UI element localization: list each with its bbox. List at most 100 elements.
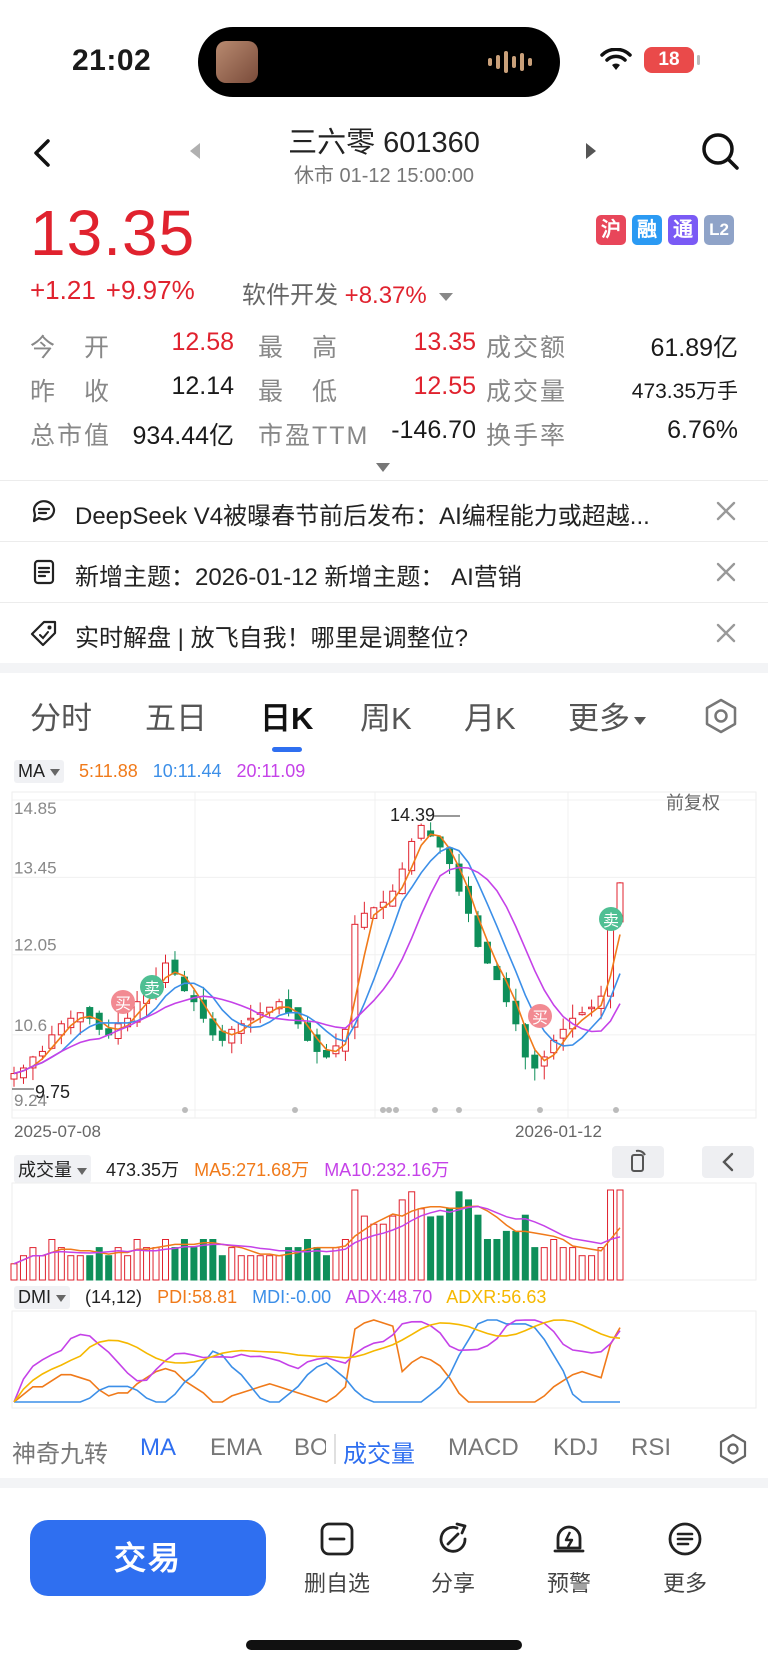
news-item[interactable]: 实时解盘 | 放飞自我！哪里是调整位?: [0, 602, 768, 663]
adxr-line: [13, 1319, 621, 1403]
volume-bar: [588, 1255, 596, 1281]
candle-body: [607, 923, 615, 997]
audio-wave-icon: [488, 49, 532, 75]
buy-marker[interactable]: 买: [528, 1004, 552, 1028]
buy-marker[interactable]: 买: [111, 990, 135, 1014]
stat-label: 市盈TTM: [258, 422, 370, 450]
close-icon[interactable]: [714, 560, 738, 584]
collapse-panel-button[interactable]: [702, 1146, 754, 1178]
tab-five-day[interactable]: 五日: [145, 693, 207, 738]
chart-settings-icon[interactable]: [702, 697, 740, 735]
volume-bar: [48, 1239, 56, 1281]
price-tick: 13.45: [14, 858, 57, 877]
indicator-tab[interactable]: RSI: [631, 1434, 671, 1462]
dmi-pdi: PDI:58.81: [157, 1287, 238, 1307]
price-tick: 14.85: [14, 799, 57, 818]
indicator-tab[interactable]: EMA: [210, 1434, 262, 1462]
rotate-screen-button[interactable]: [612, 1146, 664, 1178]
stat-label: 成交额: [486, 334, 568, 362]
status-bar: 21:02 18: [0, 0, 768, 115]
indicator-tab[interactable]: MACD: [448, 1434, 519, 1462]
low-label: 9.75: [35, 1082, 70, 1102]
volume-bar: [247, 1255, 255, 1281]
event-dot: [292, 1107, 298, 1113]
quote-stats: 今 开 12.58 最 高 13.35 成交额 61.89亿 昨 收 12.14…: [30, 328, 738, 460]
dmi-chart[interactable]: [0, 1310, 768, 1410]
volume-bar: [360, 1215, 368, 1281]
volume-bar: [417, 1208, 425, 1281]
candle-body: [531, 1054, 539, 1069]
volume-bar: [427, 1216, 435, 1281]
change-amount: +1.21: [30, 275, 96, 305]
stat-label: 总市值: [30, 422, 112, 450]
dmi-adx: ADX:48.70: [345, 1287, 433, 1307]
indicator-tab[interactable]: 成交量: [343, 1434, 415, 1469]
stat-label: 最 低: [258, 378, 340, 406]
candle-body: [247, 1017, 255, 1021]
indicator-tab[interactable]: MA: [140, 1434, 176, 1462]
volume-bar: [521, 1214, 529, 1281]
candle-body: [417, 824, 425, 839]
dmi-selector[interactable]: DMI: [14, 1286, 70, 1309]
tab-intraday[interactable]: 分时: [30, 693, 92, 738]
media-avatar: [216, 41, 258, 83]
chevron-down-icon: [634, 716, 646, 725]
sell-marker-label: 卖: [603, 911, 619, 930]
badge-connect[interactable]: 通: [668, 215, 698, 245]
volume-chart[interactable]: [0, 1182, 768, 1282]
more-button[interactable]: 更多: [640, 1520, 730, 1598]
event-dot: [432, 1107, 438, 1113]
rotate-icon: [631, 1149, 646, 1172]
volume-bar: [76, 1255, 84, 1281]
remove-watchlist-button[interactable]: 删自选: [292, 1520, 382, 1598]
volume-bar: [285, 1247, 293, 1281]
badge-margin[interactable]: 融: [632, 215, 662, 245]
tab-weekly-k[interactable]: 周K: [360, 693, 412, 738]
badge-shanghai[interactable]: 沪: [596, 215, 626, 245]
news-item[interactable]: 新增主题：2026-01-12 新增主题： AI营销: [0, 541, 768, 602]
indicator-settings-icon[interactable]: [716, 1432, 750, 1466]
pdi-line: [13, 1319, 621, 1403]
ma-selector[interactable]: MA: [14, 760, 64, 783]
close-icon[interactable]: [714, 621, 738, 645]
indicator-tab[interactable]: BO: [294, 1434, 326, 1462]
search-icon[interactable]: [698, 129, 742, 173]
chevron-left-icon: [722, 1152, 734, 1172]
indicator-tab[interactable]: KDJ: [553, 1434, 598, 1462]
alert-button[interactable]: 预警: [524, 1520, 614, 1598]
sell-marker[interactable]: 卖: [140, 975, 164, 999]
next-stock-arrow-icon[interactable]: [586, 143, 596, 159]
sector-link[interactable]: 软件开发 +8.37%: [242, 275, 454, 310]
candlestick-chart[interactable]: 14.8513.4512.0510.69.24 前复权 14.39 9.75 买…: [0, 784, 768, 1130]
candle-body: [10, 1073, 18, 1080]
share-button[interactable]: 分享: [408, 1520, 498, 1598]
tab-more[interactable]: 更多: [568, 693, 646, 738]
chevron-down-icon: [439, 292, 454, 301]
sell-marker[interactable]: 卖: [599, 907, 623, 931]
indicator-tab[interactable]: 神奇九转: [12, 1434, 108, 1469]
volume-bar: [266, 1255, 274, 1281]
candle-body: [322, 1049, 330, 1058]
volume-bar: [133, 1239, 141, 1281]
volume-ma10: MA10:232.16万: [324, 1160, 450, 1180]
volume-bar: [209, 1239, 217, 1281]
news-text: 新增主题：2026-01-12 新增主题： AI营销: [75, 564, 522, 591]
close-icon[interactable]: [714, 499, 738, 523]
volume-bar: [550, 1239, 558, 1281]
ma5-value: 5:11.88: [79, 761, 138, 781]
volume-selector[interactable]: 成交量: [14, 1155, 91, 1183]
volume-bar: [389, 1215, 397, 1281]
news-text: 实时解盘 | 放飞自我！哪里是调整位?: [75, 625, 468, 652]
tab-daily-k[interactable]: 日K: [260, 693, 313, 738]
sector-percent: +8.37%: [344, 282, 427, 309]
news-item[interactable]: DeepSeek V4被曝春节前后发布：AI编程能力或超越...: [0, 480, 768, 541]
volume-bar: [105, 1255, 113, 1281]
badge-level2[interactable]: L2: [704, 215, 734, 245]
adjust-label[interactable]: 前复权: [666, 793, 720, 813]
volume-bar: [180, 1239, 188, 1281]
trade-button[interactable]: 交易: [30, 1520, 266, 1596]
expand-stats-icon[interactable]: [376, 463, 390, 472]
stats-row: 今 开 12.58 最 高 13.35 成交额 61.89亿: [30, 328, 738, 372]
ma10-value: 10:11.44: [152, 761, 222, 781]
tab-monthly-k[interactable]: 月K: [464, 693, 516, 738]
